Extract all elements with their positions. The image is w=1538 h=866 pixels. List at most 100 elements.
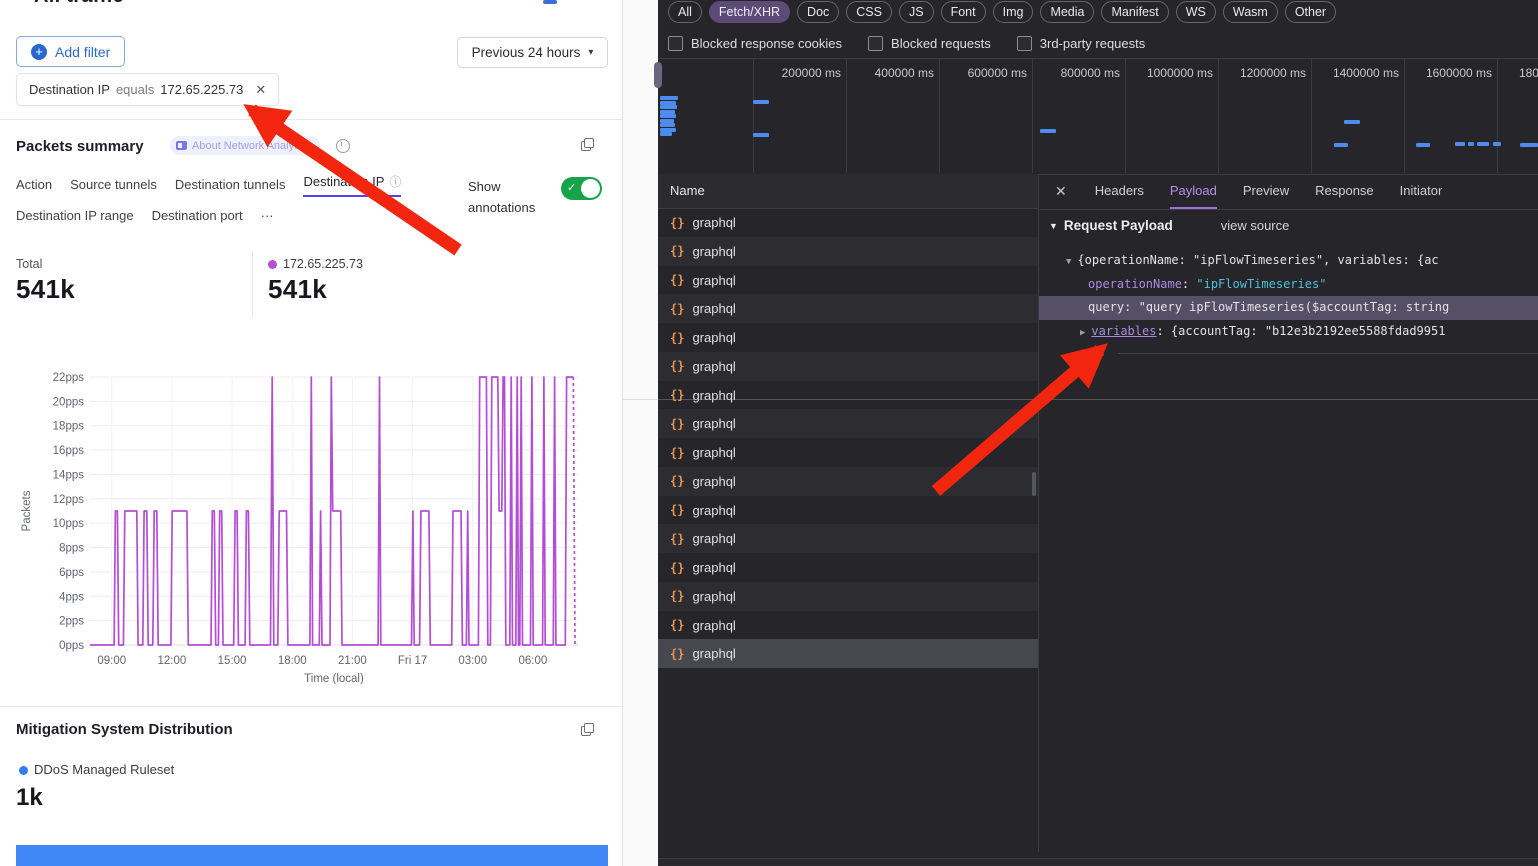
twisty-collapsed-icon[interactable]: ▶ <box>1080 328 1085 338</box>
request-name: graphql <box>692 474 735 489</box>
request-row[interactable]: {}graphql <box>658 524 1038 553</box>
svg-text:12pps: 12pps <box>53 494 85 506</box>
request-row[interactable]: {}graphql <box>658 294 1038 323</box>
close-icon[interactable]: ✕ <box>1055 183 1067 200</box>
request-row[interactable]: {}graphql <box>658 208 1038 237</box>
payload-line[interactable]: query: "query ipFlowTimeseries($accountT… <box>1039 296 1538 320</box>
request-row[interactable]: {}graphql <box>658 237 1038 266</box>
tab-source-tunnels[interactable]: Source tunnels <box>70 177 157 197</box>
remove-filter-icon[interactable]: ✕ <box>255 82 266 98</box>
request-row[interactable]: {}graphql <box>658 266 1038 295</box>
timeline-drag-handle[interactable] <box>654 62 662 88</box>
annotations-toggle[interactable]: ✓ <box>561 177 602 200</box>
request-row[interactable]: {}graphql <box>658 496 1038 525</box>
checkbox-3rd-party-requests[interactable]: 3rd-party requests <box>1017 36 1146 51</box>
checkbox-icon[interactable] <box>868 36 883 51</box>
json-braces-icon: {} <box>670 331 684 345</box>
checkbox-icon[interactable] <box>668 36 683 51</box>
detail-tab-initiator[interactable]: Initiator <box>1400 174 1443 209</box>
request-row[interactable]: {}graphql <box>658 582 1038 611</box>
detail-tab-payload[interactable]: Payload <box>1170 174 1217 209</box>
filter-pill-ws[interactable]: WS <box>1176 1 1216 23</box>
filter-pill-doc[interactable]: Doc <box>797 1 839 23</box>
filter-pill-fetch-xhr[interactable]: Fetch/XHR <box>709 1 790 23</box>
waterfall-bar <box>1455 142 1465 146</box>
timeline-tick-label: 1200000 ms <box>1240 66 1306 80</box>
request-row[interactable]: {}graphql <box>658 352 1038 381</box>
filter-pill-img[interactable]: Img <box>993 1 1034 23</box>
network-overview-timeline[interactable]: 200000 ms400000 ms600000 ms800000 ms1000… <box>658 58 1538 175</box>
checkbox-blocked-requests[interactable]: Blocked requests <box>868 36 991 51</box>
tab-destination-tunnels[interactable]: Destination tunnels <box>175 177 286 197</box>
request-row[interactable]: {}graphql <box>658 381 1038 410</box>
timeline-tick-label: 1800000 ms <box>1519 66 1538 80</box>
time-range-label: Previous 24 hours <box>472 45 581 60</box>
filter-pill-manifest[interactable]: Manifest <box>1101 1 1168 23</box>
payload-line[interactable]: operationName: "ipFlowTimeseries" <box>1039 273 1538 297</box>
payload-text: "query ipFlowTimeseries($accountTag: str… <box>1139 300 1450 314</box>
about-network-analytics-badge[interactable]: About Network Analytics <box>170 136 320 155</box>
request-list: Name {}graphql{}graphql{}graphql{}graphq… <box>658 174 1038 852</box>
filter-pill-css[interactable]: CSS <box>846 1 892 23</box>
request-row[interactable]: {}graphql <box>658 438 1038 467</box>
series-dot-icon <box>268 260 277 269</box>
payload-text: "ipFlowTimeseries" <box>1196 277 1326 291</box>
scrollbar-thumb[interactable] <box>1032 472 1036 496</box>
info-icon[interactable]: ⓘ <box>389 173 401 190</box>
timeline-gridline <box>1218 59 1219 173</box>
request-row[interactable]: {}graphql <box>658 323 1038 352</box>
payload-line[interactable]: ▼{operationName: "ipFlowTimeseries", var… <box>1039 249 1538 273</box>
detail-tab-preview[interactable]: Preview <box>1243 174 1289 209</box>
request-row[interactable]: {}graphql <box>658 467 1038 496</box>
packets-summary-title: Packets summary <box>16 138 144 155</box>
waterfall-bar <box>660 119 674 123</box>
request-name: graphql <box>692 273 735 288</box>
svg-text:0pps: 0pps <box>59 640 84 652</box>
mitigation-legend-label: DDoS Managed Ruleset <box>34 762 174 777</box>
checkbox-icon[interactable] <box>1017 36 1032 51</box>
request-row[interactable]: {}graphql <box>658 639 1038 668</box>
filter-pill-other[interactable]: Other <box>1285 1 1336 23</box>
request-name: graphql <box>692 301 735 316</box>
detail-tab-response[interactable]: Response <box>1315 174 1374 209</box>
filter-pill-media[interactable]: Media <box>1040 1 1094 23</box>
twisty-expanded-icon[interactable]: ▼ <box>1066 257 1071 267</box>
badge-label: About Network Analytics <box>192 140 311 152</box>
payload-key[interactable]: variables <box>1091 324 1156 338</box>
tab-destination-ip-range[interactable]: Destination IP range <box>16 208 134 228</box>
screenshot-seam <box>623 399 1538 400</box>
waterfall-bar <box>1040 129 1056 133</box>
tab-action[interactable]: Action <box>16 177 52 197</box>
request-row[interactable]: {}graphql <box>658 553 1038 582</box>
checkbox-label: 3rd-party requests <box>1040 36 1146 51</box>
filter-pill-js[interactable]: JS <box>899 1 934 23</box>
collapse-triangle-icon[interactable]: ▼ <box>1049 221 1058 231</box>
stat-total-label: Total <box>16 257 42 271</box>
svg-text:06:00: 06:00 <box>518 655 547 667</box>
stat-total-value: 541k <box>16 274 75 305</box>
expand-panel-icon[interactable] <box>581 723 594 736</box>
request-row[interactable]: {}graphql <box>658 409 1038 438</box>
tab-destination-port[interactable]: Destination port <box>152 208 243 228</box>
timeline-gridline <box>1032 59 1033 173</box>
tab--[interactable]: ··· <box>261 208 274 228</box>
checkbox-blocked-response-cookies[interactable]: Blocked response cookies <box>668 36 842 51</box>
json-braces-icon: {} <box>670 503 684 517</box>
detail-tab-headers[interactable]: Headers <box>1095 174 1144 209</box>
expand-panel-icon[interactable] <box>581 138 594 151</box>
filter-pill-wasm[interactable]: Wasm <box>1223 1 1278 23</box>
timeline-tick-label: 1600000 ms <box>1426 66 1492 80</box>
view-source-link[interactable]: view source <box>1221 218 1290 233</box>
waterfall-bar <box>660 96 678 100</box>
filter-pill-all[interactable]: All <box>668 1 702 23</box>
svg-text:Packets: Packets <box>21 490 33 531</box>
tab-destination-ip[interactable]: Destination IPⓘ <box>303 173 401 197</box>
add-filter-label: Add filter <box>55 44 110 60</box>
clock-icon[interactable] <box>336 139 350 153</box>
time-range-dropdown[interactable]: Previous 24 hours ▾ <box>457 37 608 68</box>
filter-pill-font[interactable]: Font <box>941 1 986 23</box>
payload-line[interactable]: ▶variables: {accountTag: "b12e3b2192ee55… <box>1039 320 1538 344</box>
request-row[interactable]: {}graphql <box>658 611 1038 640</box>
add-filter-button[interactable]: + Add filter <box>16 36 125 67</box>
filter-chip[interactable]: Destination IP equals 172.65.225.73 ✕ <box>16 73 279 106</box>
